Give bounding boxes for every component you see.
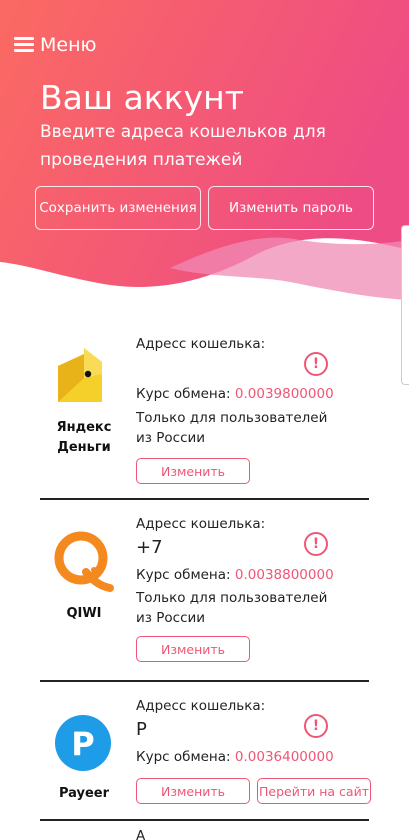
exchange-rate-value: 0.0036400000 [234, 749, 334, 765]
wallet-name: Payeer [58, 786, 110, 801]
wallet-card-qiwi: QIWI Адресс кошелька: +7 ! Курс обмена: … [40, 510, 369, 675]
go-to-site-button[interactable]: Перейти на сайт [257, 778, 371, 804]
save-changes-button[interactable]: Сохранить изменения [35, 186, 201, 230]
qiwi-icon [50, 528, 116, 598]
exchange-rate-value: 0.0038800000 [234, 567, 334, 583]
edit-button[interactable]: Изменить [136, 458, 250, 484]
exchange-rate: Курс обмена: 0.0036400000 [136, 749, 334, 765]
divider [40, 680, 369, 682]
menu-label: Меню [40, 34, 97, 56]
address-value: P [136, 719, 147, 740]
page-subtitle: Введите адреса кошельков для проведения … [40, 122, 326, 170]
payeer-icon: P [50, 710, 116, 780]
divider [40, 819, 369, 821]
address-label: Адресс кошелька: [136, 516, 266, 532]
exchange-rate: Курс обмена: 0.0038800000 [136, 567, 334, 583]
address-value: +7 [136, 537, 163, 558]
wallet-name: Яндекс Деньги [56, 420, 112, 455]
edit-button[interactable]: Изменить [136, 636, 250, 662]
yandex-money-icon [50, 344, 112, 414]
hamburger-icon [14, 37, 34, 53]
next-card-partial-text: А [136, 828, 146, 840]
side-drawer-handle[interactable] [401, 225, 409, 385]
wallet-card-yandex: Яндекс Деньги Адресс кошелька: ! Курс об… [40, 330, 369, 495]
address-label: Адресс кошелька: [136, 336, 266, 352]
menu-button[interactable]: Меню [14, 34, 97, 56]
warning-icon[interactable]: ! [304, 532, 328, 556]
exchange-rate-value: 0.0039800000 [234, 386, 334, 402]
edit-button[interactable]: Изменить [136, 778, 250, 804]
warning-icon[interactable]: ! [304, 352, 328, 376]
warning-icon[interactable]: ! [304, 714, 328, 738]
address-label: Адресс кошелька: [136, 698, 266, 714]
page-title: Ваш аккунт [40, 78, 244, 117]
change-password-button[interactable]: Изменить пароль [208, 186, 374, 230]
russia-only-note: Только для пользователей из России [136, 590, 328, 626]
wallet-name: QIWI [66, 606, 102, 621]
svg-text:P: P [71, 725, 94, 763]
wallet-card-payeer: P Payeer Адресс кошелька: P ! Курс обмен… [40, 692, 371, 812]
exchange-rate: Курс обмена: 0.0039800000 [136, 386, 334, 402]
russia-only-note: Только для пользователей из России [136, 410, 328, 446]
divider [40, 498, 369, 500]
